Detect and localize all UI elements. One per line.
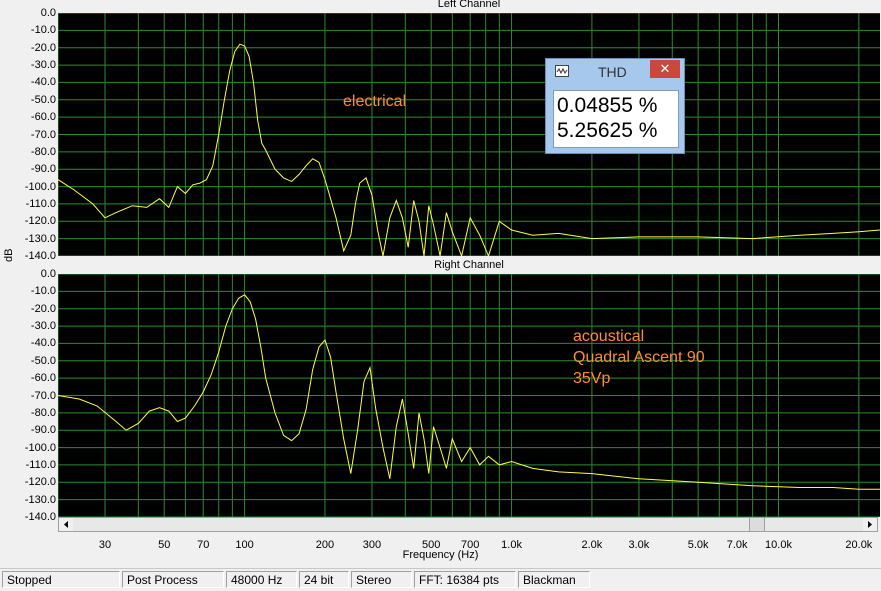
status-sample-rate: 48000 Hz (226, 571, 297, 588)
y-tick-label: -110.0 (25, 458, 56, 471)
left-channel-plot[interactable] (57, 12, 881, 258)
y-tick-label: -50.0 (30, 354, 56, 367)
y-tick-label: -60.0 (30, 111, 56, 124)
scroll-right-button[interactable] (863, 518, 877, 531)
left-channel-graph (57, 12, 881, 258)
close-button[interactable]: ✕ (650, 60, 680, 78)
y-tick-label: -110.0 (25, 197, 56, 210)
scroll-left-icon (64, 521, 68, 528)
status-state: Stopped (2, 571, 120, 588)
y-tick-label: -10.0 (30, 24, 56, 37)
frequency-scrollbar[interactable] (58, 517, 878, 532)
y-tick-label: -130.0 (24, 493, 56, 506)
y-axis-unit: dB (3, 248, 15, 262)
y-tick-label: -30.0 (30, 320, 56, 333)
voltage-annotation: 35Vp (573, 370, 611, 387)
y-tick-label: -20.0 (30, 302, 56, 315)
waveform-icon (555, 65, 569, 77)
close-icon: ✕ (659, 61, 671, 76)
status-window: Blackman (518, 571, 590, 588)
y-tick-label: -40.0 (30, 337, 56, 350)
y-tick-label: -40.0 (30, 76, 56, 89)
x-axis-title: Frequency (Hz) (402, 549, 479, 561)
spectrum-trace (57, 294, 880, 490)
y-tick-label: -30.0 (30, 59, 56, 72)
y-tick-label: -70.0 (30, 128, 56, 141)
thd-titlebar[interactable]: THD ✕ (546, 59, 686, 85)
y-tick-label: -100.0 (24, 180, 56, 193)
y-tick-label: 0.0 (40, 268, 56, 280)
acoustical-annotation: acoustical (573, 328, 645, 345)
right-channel-title: Right Channel (434, 259, 504, 271)
thd-value-left: 0.04855 % (557, 94, 658, 117)
scroll-left-button[interactable] (59, 518, 73, 531)
y-tick-label: -120.0 (24, 476, 56, 489)
thd-window[interactable]: THD ✕ 0.04855 % 5.25625 % (545, 58, 685, 154)
thd-values-box: 0.04855 % 5.25625 % (553, 90, 679, 148)
thd-value-right: 5.25625 % (557, 119, 658, 142)
y-tick-label: -130.0 (24, 232, 56, 245)
y-tick-label: -90.0 (30, 163, 56, 176)
y-tick-label: -70.0 (30, 389, 56, 402)
status-channels: Stereo (351, 571, 412, 588)
y-tick-label: -50.0 (30, 93, 56, 106)
y-tick-label: -120.0 (24, 215, 56, 228)
left-channel-title: Left Channel (437, 0, 501, 10)
y-tick-label: -100.0 (24, 441, 56, 454)
y-tick-label: -20.0 (30, 41, 56, 54)
right-channel-plot[interactable] (57, 273, 880, 518)
y-tick-label: -60.0 (30, 372, 56, 385)
right-channel-graph (57, 273, 880, 518)
spectrum-trace (57, 43, 881, 258)
scroll-thumb[interactable] (749, 518, 765, 531)
status-bit-depth: 24 bit (299, 571, 349, 588)
speaker-model-annotation: Quadral Ascent 90 (573, 349, 705, 366)
status-mode: Post Process (122, 571, 224, 588)
y-tick-label: -80.0 (30, 406, 56, 419)
y-tick-label: -90.0 (30, 424, 56, 437)
status-fft-size: FFT: 16384 pts (414, 571, 516, 588)
status-bar: Stopped Post Process 48000 Hz 24 bit Ste… (0, 568, 881, 591)
y-tick-label: -10.0 (30, 285, 56, 298)
y-tick-label: -80.0 (30, 145, 56, 158)
thd-title: THD (598, 64, 627, 80)
y-tick-label: 0.0 (40, 7, 56, 19)
scroll-right-icon (868, 521, 872, 528)
electrical-annotation: electrical (343, 93, 407, 110)
y-tick-label: -140.0 (24, 511, 56, 523)
